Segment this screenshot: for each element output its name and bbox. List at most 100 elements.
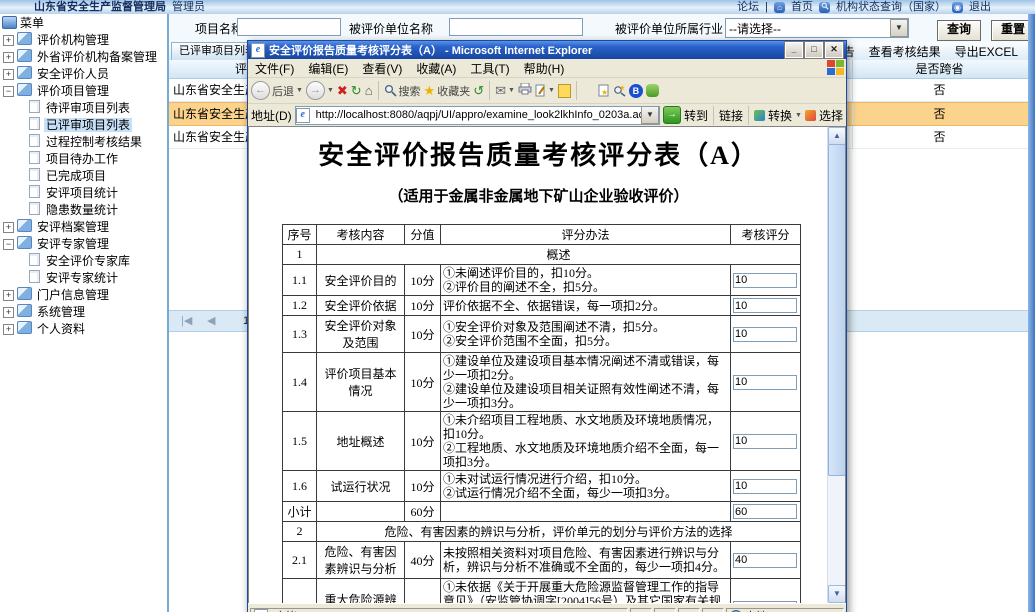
menu-favorites[interactable]: 收藏(A) (409, 60, 463, 77)
score-input[interactable] (733, 298, 797, 313)
score-input[interactable] (733, 327, 797, 342)
tree-toggle-icon[interactable]: + (3, 35, 14, 46)
convert-label[interactable]: 转换 (768, 107, 792, 124)
score-input[interactable] (733, 553, 797, 568)
go-label[interactable]: 转到 (684, 107, 708, 124)
scroll-up-icon[interactable]: ▲ (828, 127, 846, 145)
edit-button[interactable]: ▼ (535, 84, 555, 97)
tree-toggle-icon[interactable]: + (3, 52, 14, 63)
messenger-icon[interactable] (646, 84, 659, 97)
score-input[interactable] (733, 375, 797, 390)
minimize-button[interactable]: _ (785, 42, 803, 58)
print-icon[interactable] (518, 83, 532, 98)
sidebar-item[interactable]: +个人资料 (0, 321, 167, 338)
home-icon[interactable]: ⌂ (365, 83, 373, 98)
sidebar-item[interactable]: 隐患数量统计 (0, 202, 167, 219)
convert-dropdown-icon[interactable]: ▼ (795, 112, 802, 119)
score-input[interactable] (733, 479, 797, 494)
table-cell (731, 353, 801, 412)
ie-popup-window: e 安全评价报告质量考核评分表（A） - Microsoft Internet … (247, 40, 847, 612)
sidebar-item[interactable]: 已评审项目列表 (0, 117, 167, 134)
industry-select[interactable]: --请选择-- ▼ (725, 18, 909, 38)
sidebar-item[interactable]: +门户信息管理 (0, 287, 167, 304)
tree-toggle-icon[interactable]: + (3, 307, 14, 318)
folder-icon (17, 66, 32, 79)
maximize-button[interactable]: □ (805, 42, 823, 58)
sidebar-item[interactable]: −评价项目管理 (0, 83, 167, 100)
sidebar-item[interactable]: 已完成项目 (0, 168, 167, 185)
tree-toggle-icon[interactable]: + (3, 222, 14, 233)
address-dropdown-icon[interactable]: ▼ (641, 106, 659, 124)
org-status-query-link[interactable]: 机构状态查询（国家） (836, 0, 946, 14)
home-link[interactable]: 首页 (791, 0, 813, 14)
convert-icon[interactable] (754, 110, 765, 121)
back-dropdown-icon[interactable]: ▼ (296, 87, 303, 94)
tree-toggle-icon[interactable]: + (3, 69, 14, 80)
table-cell (731, 579, 801, 604)
window-titlebar[interactable]: e 安全评价报告质量考核评分表（A） - Microsoft Internet … (248, 41, 846, 59)
search-button[interactable]: 搜索 (384, 83, 421, 99)
score-input[interactable] (733, 273, 797, 288)
prev-page-icon[interactable]: ◀ (207, 311, 215, 331)
sidebar-item[interactable]: +系统管理 (0, 304, 167, 321)
favorites-button[interactable]: ★ 收藏夹 (424, 83, 471, 99)
sidebar-item[interactable]: +评价机构管理 (0, 32, 167, 49)
zoom-star-icon[interactable]: ★ (613, 84, 626, 97)
sidebar-item[interactable]: 安评项目统计 (0, 185, 167, 202)
view-result-button[interactable]: 查看考核结果 (869, 43, 941, 60)
bluetooth-icon[interactable]: B (629, 84, 643, 98)
mail-button[interactable]: ✉ ▼ (495, 83, 515, 99)
forum-link[interactable]: 论坛 (737, 0, 759, 14)
history-icon[interactable]: ↺ (473, 83, 484, 99)
menu-help[interactable]: 帮助(H) (517, 60, 572, 77)
export-excel-button[interactable]: 导出EXCEL (955, 43, 1018, 60)
sidebar-item[interactable]: 安全评价专家库 (0, 253, 167, 270)
sidebar-item[interactable]: 安评专家统计 (0, 270, 167, 287)
score-input[interactable] (733, 504, 797, 519)
scrollbar-thumb[interactable] (828, 144, 846, 476)
address-input[interactable]: e http://localhost:8080/aqpj/UI/appro/ex… (295, 106, 660, 125)
chevron-down-icon[interactable]: ▼ (890, 19, 908, 37)
score-input[interactable] (733, 434, 797, 449)
sidebar-item[interactable]: −安评专家管理 (0, 236, 167, 253)
search-button[interactable]: 查询 (937, 20, 981, 41)
sidebar-item[interactable]: + 安全评价人员 (0, 66, 167, 83)
stop-icon[interactable]: ✖ (337, 83, 348, 99)
tree-toggle-icon[interactable]: + (3, 324, 14, 335)
forward-button[interactable]: → ▼ (306, 81, 334, 100)
select-label[interactable]: 选择 (819, 107, 843, 124)
logout-link[interactable]: 退出 (969, 0, 991, 14)
menu-view[interactable]: 查看(V) (355, 60, 409, 77)
mail-icon: ✉ (495, 83, 506, 99)
score-input[interactable] (733, 601, 797, 604)
links-label[interactable]: 链接 (719, 107, 743, 124)
page-star-icon[interactable]: ★ (598, 84, 610, 97)
project-name-input[interactable] (237, 18, 341, 36)
close-button[interactable]: ✕ (825, 42, 843, 58)
notes-icon[interactable] (558, 84, 571, 98)
tree-toggle-icon[interactable]: − (3, 239, 14, 250)
tree-toggle-icon[interactable]: + (3, 290, 14, 301)
sidebar-item[interactable]: +安评档案管理 (0, 219, 167, 236)
refresh-icon[interactable]: ↻ (351, 83, 362, 99)
select-icon[interactable] (805, 110, 816, 121)
menu-tools[interactable]: 工具(T) (463, 60, 516, 77)
menu-file[interactable]: 文件(F) (248, 60, 301, 77)
sidebar-item[interactable]: +外省评价机构备案管理 (0, 49, 167, 66)
sidebar-item[interactable]: 待评审项目列表 (0, 100, 167, 117)
sidebar-item-label: 安全评价专家库 (44, 254, 132, 268)
go-icon[interactable]: → (663, 106, 681, 124)
back-button[interactable]: ← 后退 ▼ (251, 81, 303, 100)
edit-dropdown-icon[interactable]: ▼ (548, 87, 555, 94)
sidebar-item-label: 安全评价人员 (35, 67, 111, 81)
tree-toggle-icon[interactable]: − (3, 86, 14, 97)
scroll-down-icon[interactable]: ▼ (828, 585, 846, 603)
unit-name-input[interactable] (449, 18, 583, 36)
mail-dropdown-icon[interactable]: ▼ (508, 87, 515, 94)
menu-edit[interactable]: 编辑(E) (301, 60, 355, 77)
vertical-scrollbar[interactable]: ▲ ▼ (827, 127, 845, 603)
sidebar-item[interactable]: 项目待办工作 (0, 151, 167, 168)
first-page-icon[interactable]: |◀ (181, 311, 192, 331)
sidebar-item[interactable]: 过程控制考核结果 (0, 134, 167, 151)
forward-dropdown-icon[interactable]: ▼ (327, 87, 334, 94)
